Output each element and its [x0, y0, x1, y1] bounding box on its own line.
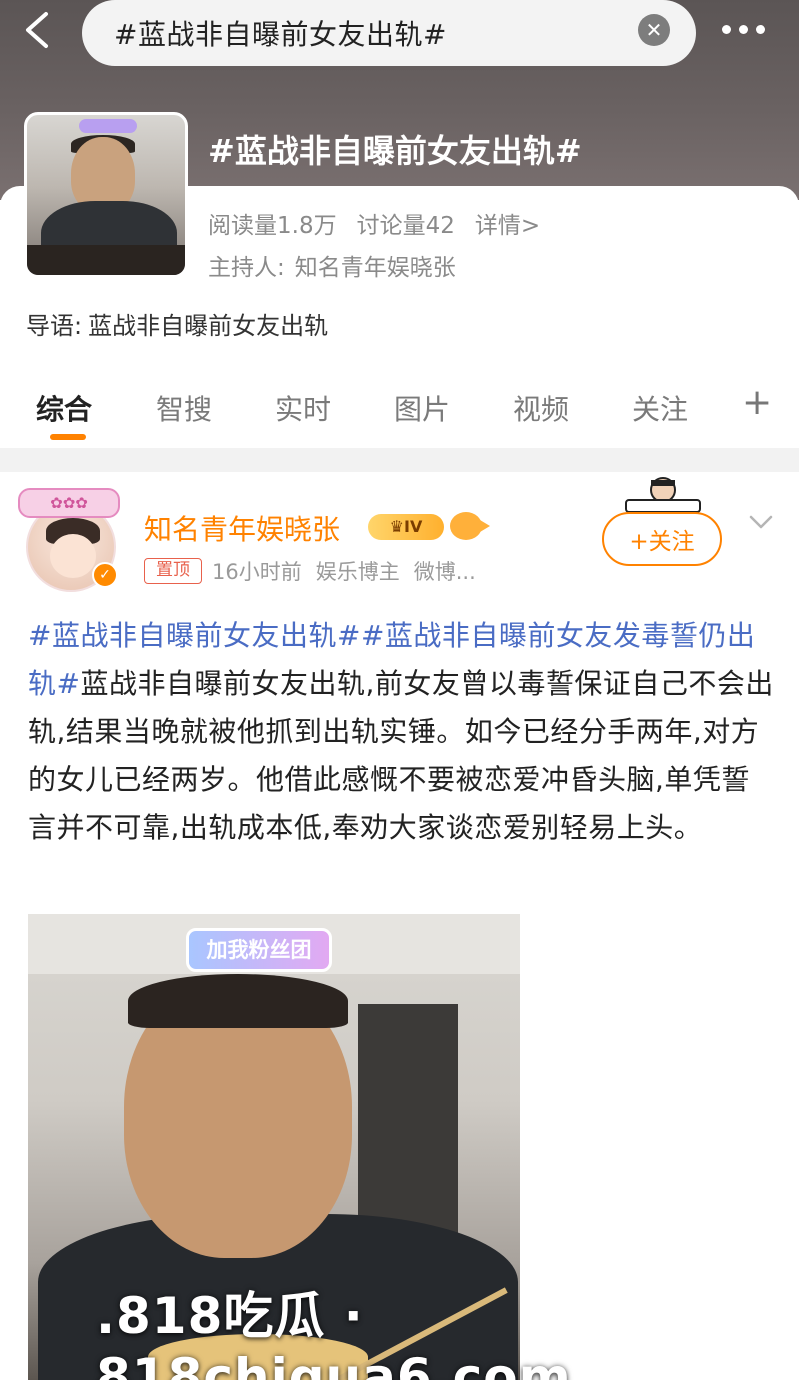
back-arrow-icon[interactable] — [18, 8, 58, 52]
author-type: 娱乐博主 — [315, 560, 400, 584]
verified-icon: ✓ — [92, 562, 118, 588]
clear-search-icon[interactable]: ✕ — [638, 14, 670, 46]
tab-realtime[interactable]: 实时 — [275, 388, 331, 428]
topic-stats: 阅读量1.8万 讨论量42 详情> — [208, 206, 540, 240]
topic-title: #蓝战非自曝前女友出轨# — [208, 132, 582, 170]
post-body-text: 蓝战非自曝前女友出轨,前女友曾以毒誓保证自己不会出轨,结果当晚就被他抓到出轨实锤… — [28, 667, 774, 844]
pinned-tag: 置顶 — [144, 558, 202, 584]
details-link[interactable]: 详情> — [475, 206, 540, 240]
section-divider — [0, 448, 799, 472]
topic-cover-image[interactable] — [24, 112, 188, 278]
intro-label: 导语: — [26, 312, 83, 340]
tab-videos[interactable]: 视频 — [513, 388, 569, 428]
avatar-frame-badge: ✿✿✿ — [18, 488, 120, 518]
read-count: 阅读量1.8万 — [208, 213, 337, 239]
host-name[interactable]: 知名青年娱晓张 — [295, 248, 456, 282]
post-meta: 16小时前 娱乐博主 微博... — [212, 556, 476, 586]
vip-level-badge: ♛IV — [368, 514, 444, 540]
tab-images[interactable]: 图片 — [394, 388, 450, 428]
tab-smart-search[interactable]: 智搜 — [156, 388, 212, 428]
topic-intro: 导语: 蓝战非自曝前女友出轨 — [26, 306, 328, 341]
fish-badge-icon — [450, 512, 490, 540]
intro-text: 蓝战非自曝前女友出轨 — [88, 312, 329, 340]
host-label: 主持人: — [208, 255, 285, 281]
topic-host: 主持人: 知名青年娱晓张 — [208, 248, 456, 282]
post-time: 16小时前 — [212, 560, 302, 584]
author-name[interactable]: 知名青年娱晓张 — [144, 508, 340, 548]
tab-bar: 综合 智搜 实时 图片 视频 关注 + — [0, 382, 799, 442]
discussion-count: 讨论量42 — [356, 213, 455, 239]
post-source: 微博... — [413, 560, 476, 584]
active-tab-indicator — [50, 434, 86, 440]
post-body: #蓝战非自曝前女友出轨##蓝战非自曝前女友发毒誓仍出轨#蓝战非自曝前女友出轨,前… — [28, 612, 774, 852]
chevron-down-icon[interactable] — [748, 512, 774, 532]
hashtag-link[interactable]: #蓝战非自曝前女友出轨# — [28, 619, 361, 652]
add-tab-icon[interactable]: + — [742, 382, 772, 423]
watermark-text: .818吃瓜 · 818chigua6.com — [96, 1287, 572, 1380]
more-options-icon[interactable] — [722, 14, 778, 44]
follow-button[interactable]: +关注 — [602, 512, 722, 566]
tab-following[interactable]: 关注 — [632, 388, 688, 428]
weibo-post: ✿✿✿ ✓ 知名青年娱晓张 ♛IV 置顶 16小时前 娱乐博主 微博... +关… — [0, 472, 799, 1380]
search-query[interactable]: #蓝战非自曝前女友出轨# — [114, 13, 447, 53]
search-bar[interactable]: #蓝战非自曝前女友出轨# ✕ — [82, 0, 696, 66]
tab-comprehensive[interactable]: 综合 — [36, 388, 92, 428]
follow-sticker-icon — [625, 477, 701, 513]
fan-club-badge: 加我粉丝团 — [186, 928, 332, 972]
